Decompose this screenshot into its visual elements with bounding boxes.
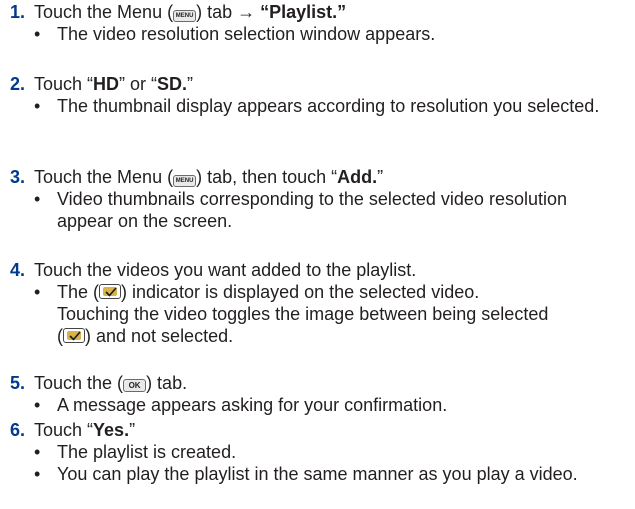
step-4-instruction: 4. Touch the videos you want added to the… (10, 260, 417, 280)
step-5-instruction: 5. Touch the (OK) tab. (10, 373, 188, 393)
step-2-instruction: 2. Touch “HD” or “SD.” (10, 74, 194, 94)
bullet-dot: • (34, 464, 41, 484)
list-item: • The video resolution selection window a… (34, 24, 436, 44)
bullet-dot: • (34, 24, 41, 44)
bullet-dot: • (34, 282, 41, 302)
step-number: 4. (10, 260, 26, 280)
step-1-instruction: 1. Touch the Menu (MENU) tab → “Playlist.… (10, 2, 347, 22)
step-number: 2. (10, 74, 26, 94)
menu-tab-icon: MENU (173, 175, 197, 187)
bullet-dot: • (34, 189, 41, 209)
step-2-bullets: • The thumbnail display appears according… (10, 95, 630, 117)
menu-tab-icon: MENU (173, 10, 197, 22)
bullet-dot: • (34, 96, 41, 116)
list-item: • The thumbnail display appears according… (34, 96, 600, 116)
step-2: 2. Touch “HD” or “SD.” • The thumbnail dis… (10, 73, 630, 117)
list-item: • A message appears asking for your confi… (34, 395, 448, 415)
step-3: 3. Touch the Menu (MENU) tab, then touch … (10, 166, 630, 232)
step-4-bullets: • The () indicator is displayed on the se… (10, 281, 630, 347)
step-1-bullets: • The video resolution selection window a… (10, 23, 630, 45)
bullet-dot: • (34, 395, 41, 415)
step-1: 1. Touch the Menu (MENU) tab → “Playlist.… (10, 1, 630, 45)
list-item: • The () indicator is displayed on the se… (34, 282, 549, 346)
selected-check-icon (99, 284, 122, 299)
step-3-bullets: • Video thumbnails corresponding to the s… (10, 188, 630, 232)
step-6-instruction: 6. Touch “Yes.” (10, 420, 136, 440)
ok-tab-icon: OK (123, 379, 147, 392)
selected-check-icon (63, 328, 85, 343)
step-5: 5. Touch the (OK) tab. • A message appears… (10, 372, 630, 416)
step-5-bullets: • A message appears asking for your confi… (10, 394, 630, 416)
step-6: 6. Touch “Yes.” • The playlist is created.… (10, 419, 630, 485)
step-number: 1. (10, 2, 26, 22)
list-item: • Video thumbnails corresponding to the s… (34, 189, 567, 231)
step-number: 5. (10, 373, 26, 393)
list-item: • You can play the playlist in the same m… (34, 464, 578, 484)
list-item: • The playlist is created. (34, 442, 237, 462)
step-number: 6. (10, 420, 26, 440)
step-6-bullets: • The playlist is created. • You can play … (10, 441, 630, 485)
bullet-dot: • (34, 442, 41, 462)
step-4: 4. Touch the videos you want added to the… (10, 259, 630, 347)
step-number: 3. (10, 167, 26, 187)
step-3-instruction: 3. Touch the Menu (MENU) tab, then touch … (10, 167, 384, 187)
